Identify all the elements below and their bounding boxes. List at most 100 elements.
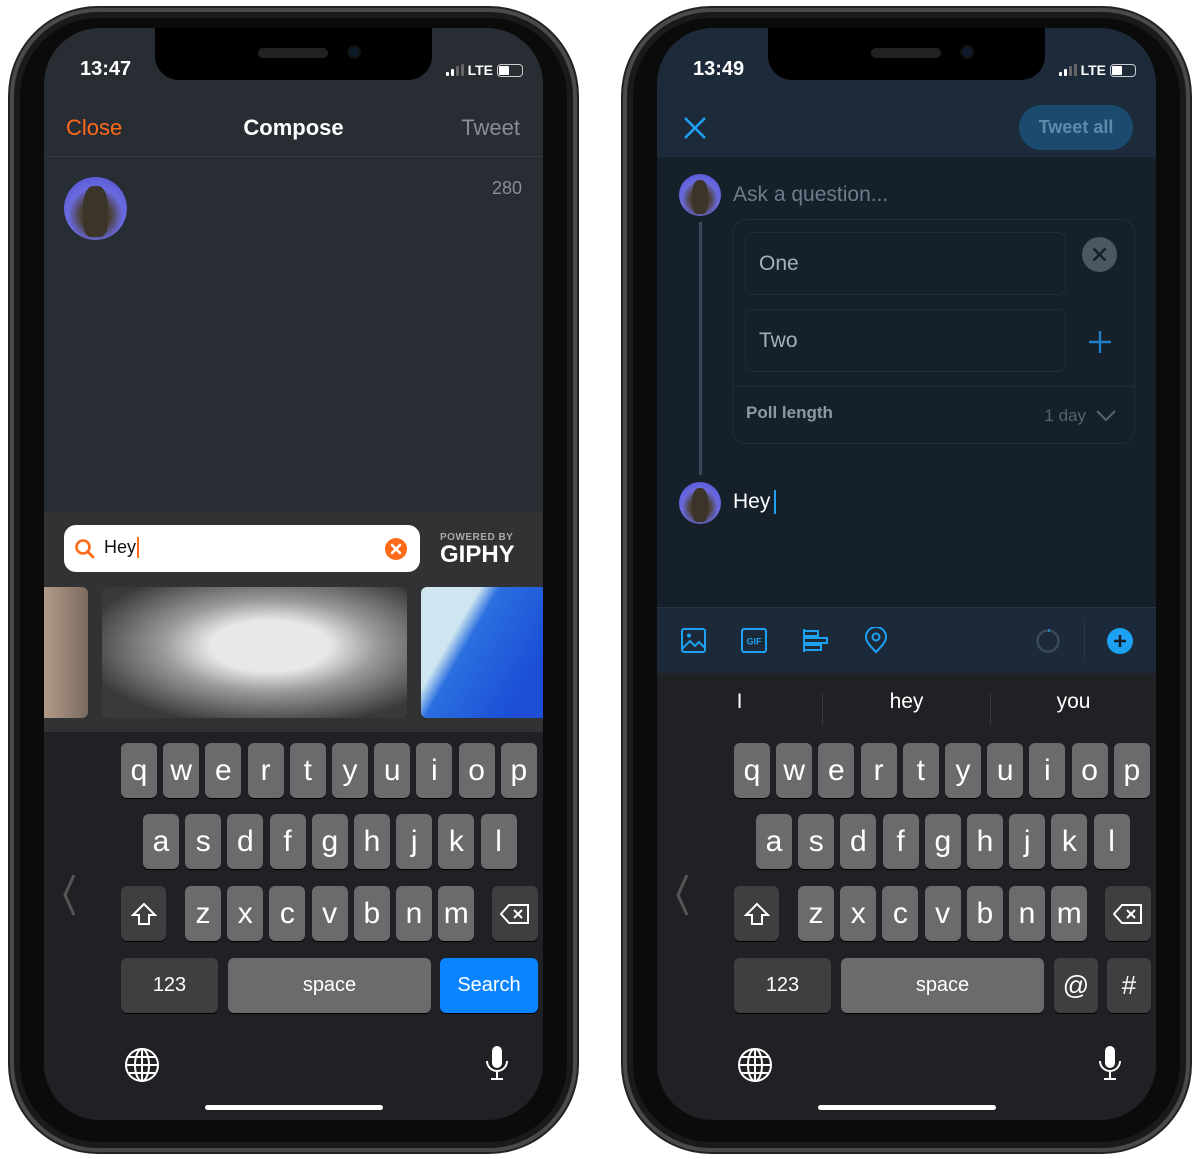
shift-key[interactable] [121, 886, 166, 941]
key-m[interactable]: m [1051, 886, 1088, 941]
poll-length-value[interactable]: 1 day [1044, 406, 1086, 426]
key-k[interactable]: k [1051, 814, 1088, 869]
poll-question-input[interactable]: Ask a question... [733, 183, 888, 207]
key-b[interactable]: b [353, 886, 390, 941]
avatar[interactable] [679, 174, 721, 216]
key-b[interactable]: b [966, 886, 1003, 941]
poll-option-1[interactable]: One [745, 232, 1066, 295]
remove-option-icon[interactable] [1082, 237, 1117, 272]
key-v[interactable]: v [924, 886, 961, 941]
key-u[interactable]: u [374, 743, 411, 798]
key-k[interactable]: k [438, 814, 475, 869]
close-icon[interactable] [683, 116, 707, 140]
shift-icon [743, 902, 770, 925]
tweet-all-button[interactable]: Tweet all [1019, 105, 1133, 150]
gif-result[interactable] [421, 587, 543, 718]
key-n[interactable]: n [1009, 886, 1045, 941]
location-icon[interactable] [865, 627, 887, 654]
globe-icon[interactable] [737, 1047, 773, 1083]
image-icon[interactable] [681, 628, 706, 653]
key-p[interactable]: p [1113, 743, 1150, 798]
key-c[interactable]: c [882, 886, 919, 941]
key-f[interactable]: f [269, 814, 306, 869]
backspace-key[interactable] [492, 886, 538, 941]
key-w[interactable]: w [163, 743, 200, 798]
svg-text:GIF: GIF [747, 637, 763, 647]
key-h[interactable]: h [354, 814, 390, 869]
space-key[interactable]: space [228, 958, 431, 1013]
suggestion[interactable]: you [991, 690, 1156, 714]
key-f[interactable]: f [882, 814, 919, 869]
home-indicator[interactable] [205, 1105, 383, 1110]
chevron-down-icon[interactable] [1095, 409, 1117, 423]
key-d[interactable]: d [840, 814, 877, 869]
suggestion[interactable]: I [657, 690, 822, 714]
avatar[interactable] [64, 177, 127, 240]
key-d[interactable]: d [227, 814, 264, 869]
key-e[interactable]: e [205, 743, 242, 798]
key-n[interactable]: n [396, 886, 432, 941]
gif-search-input[interactable]: Hey [64, 525, 420, 572]
key-m[interactable]: m [438, 886, 475, 941]
key-g[interactable]: g [924, 814, 961, 869]
key-g[interactable]: g [311, 814, 348, 869]
key-u[interactable]: u [987, 743, 1024, 798]
at-key[interactable]: @ [1054, 958, 1098, 1013]
microphone-icon[interactable] [1098, 1045, 1122, 1081]
key-r[interactable]: r [860, 743, 897, 798]
poll-icon[interactable] [803, 628, 829, 653]
key-q[interactable]: q [121, 743, 157, 798]
poll-option-2[interactable]: Two [745, 309, 1066, 372]
key-x[interactable]: x [227, 886, 264, 941]
space-key[interactable]: space [841, 958, 1044, 1013]
backspace-key[interactable] [1105, 886, 1151, 941]
key-t[interactable]: t [902, 743, 939, 798]
key-x[interactable]: x [840, 886, 877, 941]
key-c[interactable]: c [269, 886, 306, 941]
key-s[interactable]: s [185, 814, 222, 869]
key-t[interactable]: t [289, 743, 326, 798]
key-a[interactable]: a [756, 814, 792, 869]
key-p[interactable]: p [500, 743, 537, 798]
microphone-icon[interactable] [485, 1045, 509, 1081]
clear-icon[interactable] [385, 538, 407, 560]
tweet-text-input[interactable]: Hey [733, 490, 777, 514]
add-icon[interactable] [1107, 628, 1133, 654]
key-z[interactable]: z [798, 886, 834, 941]
avatar[interactable] [679, 482, 721, 524]
key-o[interactable]: o [458, 743, 495, 798]
key-s[interactable]: s [798, 814, 835, 869]
tweet-button[interactable]: Tweet [461, 115, 520, 141]
key-w[interactable]: w [776, 743, 813, 798]
key-j[interactable]: j [396, 814, 433, 869]
gif-icon[interactable]: GIF [741, 628, 767, 653]
hash-key[interactable]: # [1107, 958, 1151, 1013]
gif-result[interactable] [44, 587, 88, 718]
key-i[interactable]: i [1029, 743, 1066, 798]
key-z[interactable]: z [185, 886, 221, 941]
key-q[interactable]: q [734, 743, 770, 798]
home-indicator[interactable] [818, 1105, 996, 1110]
globe-icon[interactable] [124, 1047, 160, 1083]
key-y[interactable]: y [332, 743, 368, 798]
key-l[interactable]: l [480, 814, 517, 869]
gif-result[interactable] [102, 587, 407, 718]
key-i[interactable]: i [416, 743, 453, 798]
key-v[interactable]: v [311, 886, 348, 941]
numbers-key[interactable]: 123 [121, 958, 218, 1013]
key-e[interactable]: e [818, 743, 855, 798]
key-l[interactable]: l [1093, 814, 1130, 869]
key-h[interactable]: h [967, 814, 1003, 869]
chevron-left-icon[interactable] [675, 873, 691, 917]
add-option-icon[interactable] [1088, 330, 1112, 354]
numbers-key[interactable]: 123 [734, 958, 831, 1013]
key-o[interactable]: o [1071, 743, 1108, 798]
shift-key[interactable] [734, 886, 779, 941]
key-j[interactable]: j [1009, 814, 1046, 869]
key-y[interactable]: y [945, 743, 981, 798]
key-a[interactable]: a [143, 814, 179, 869]
search-key[interactable]: Search [440, 958, 538, 1013]
suggestion[interactable]: hey [823, 690, 990, 714]
key-r[interactable]: r [247, 743, 284, 798]
chevron-left-icon[interactable] [62, 873, 78, 917]
